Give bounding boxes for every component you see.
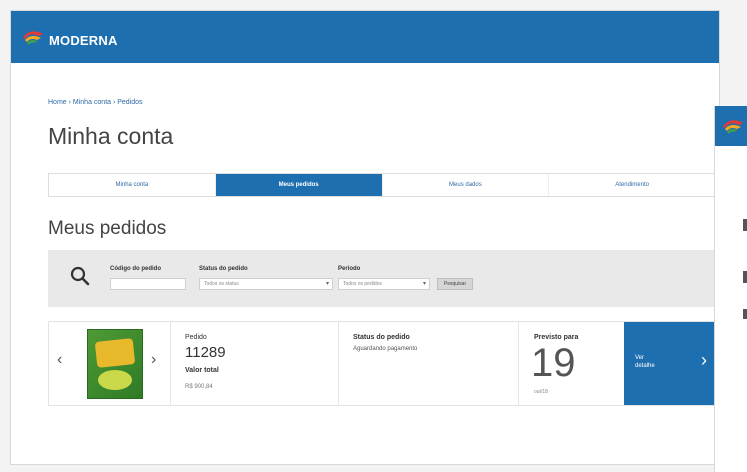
order-card: ‹ › Pedido 11289 Valor total R$ 900,84 S… [48,321,717,406]
total-label: Valor total [185,367,219,374]
search-button[interactable]: Pesquisar [437,278,473,290]
total-value: R$ 900,84 [185,384,213,390]
search-icon [70,266,90,286]
book-cover-image [87,329,143,399]
period-select[interactable]: Todos os pedidos [338,278,430,290]
browser-window: MODERNA Home › Minha conta › Pedidos Min… [10,10,720,465]
status-select[interactable]: Todos os status [199,278,333,290]
chevron-left-icon[interactable]: ‹ [57,351,62,369]
cropped-text [743,219,747,231]
status-label: Status do pedido [199,266,248,272]
order-number: 11289 [185,344,226,361]
tab-meus-dados[interactable]: Meus dados [383,174,550,196]
cropped-text [743,271,747,283]
moderna-logo-icon [723,120,743,134]
header-bar: MODERNA [11,11,719,63]
order-code-input[interactable] [110,278,186,290]
details-button[interactable]: Ver detalhe › [624,322,717,405]
forecast-label: Previsto para [534,334,579,341]
page-title: Minha conta [48,123,174,149]
chevron-right-icon: › [701,350,707,370]
order-status-cell: Status do pedido Aguardando pagamento [339,322,519,405]
moderna-logo-icon [23,30,43,45]
tab-atendimento[interactable]: Atendimento [549,174,715,196]
order-label: Pedido [185,334,207,341]
page: MODERNA Home › Minha conta › Pedidos Min… [0,0,747,472]
section-title: Meus pedidos [48,218,167,239]
tab-minha-conta[interactable]: Minha conta [49,174,216,196]
cropped-text [743,309,747,319]
breadcrumb[interactable]: Home › Minha conta › Pedidos [48,99,143,106]
order-thumbnail-cell: ‹ › [49,322,171,405]
tab-meus-pedidos[interactable]: Meus pedidos [215,174,383,196]
secondary-header-bar [715,106,747,146]
secondary-window-edge [714,106,747,472]
order-filters: Código do pedido Status do pedido Todos … [48,250,716,307]
status-value: Aguardando pagamento [353,346,418,352]
forecast-cell: Previsto para 19 out/18 [519,322,624,405]
brand-name: MODERNA [49,33,118,48]
order-number-cell: Pedido 11289 Valor total R$ 900,84 [171,322,339,405]
forecast-day: 19 [531,341,576,385]
order-code-label: Código do pedido [110,266,161,272]
details-button-label: Ver detalhe [635,355,655,369]
period-label: Período [338,266,361,272]
account-tabs: Minha conta Meus pedidos Meus dados Aten… [48,173,716,197]
status-label: Status do pedido [353,334,410,341]
chevron-right-icon[interactable]: › [151,351,156,369]
forecast-month: out/18 [534,389,548,395]
brand-logo[interactable]: MODERNA [21,27,118,48]
